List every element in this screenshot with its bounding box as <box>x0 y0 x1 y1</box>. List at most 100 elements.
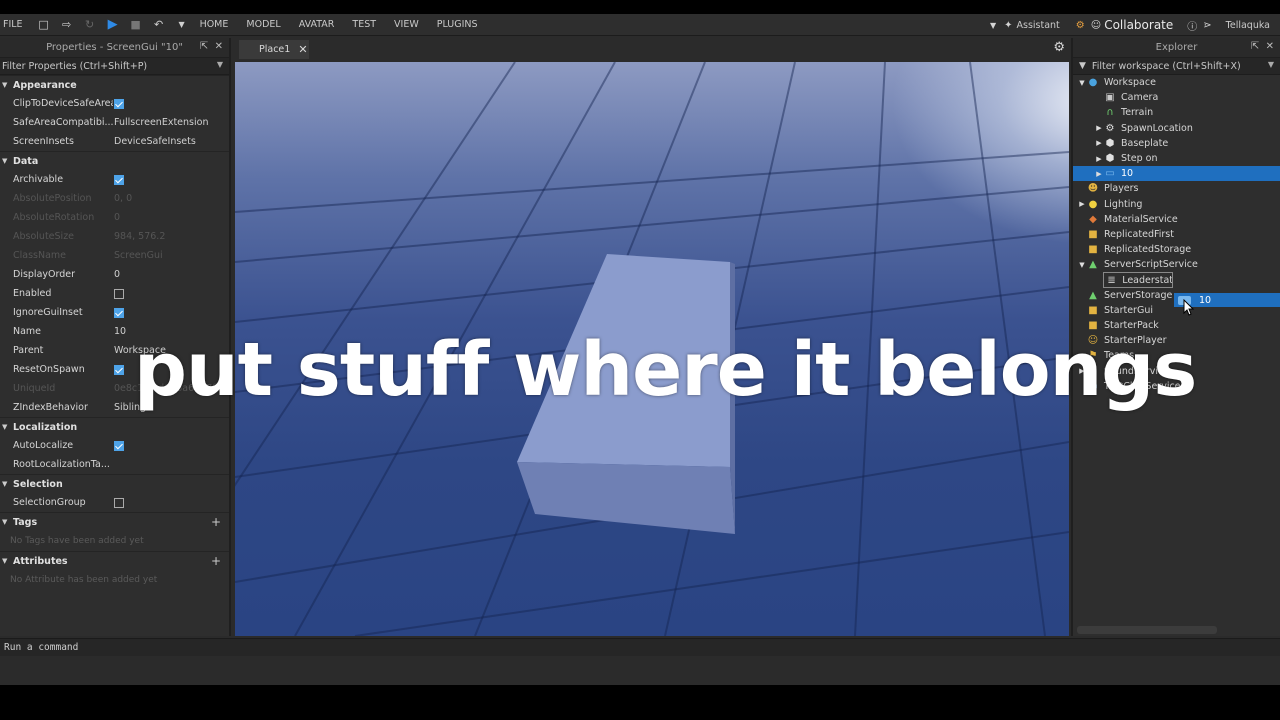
prop-enabled[interactable]: Enabled <box>0 284 229 303</box>
tab-test[interactable]: TEST <box>352 19 376 30</box>
share-icon[interactable]: ⋗ <box>1203 20 1211 31</box>
server-storage-icon: ▲ <box>1089 289 1097 301</box>
tree-item-materialservice[interactable]: ◆ MaterialService <box>1073 212 1280 227</box>
prop-safe-area-compatibility[interactable]: SafeAreaCompatibi... FullscreenExtension <box>0 113 229 132</box>
tree-item-players[interactable]: ☻ Players <box>1073 181 1280 196</box>
tree-item-leaderstat[interactable]: ≣ Leaderstat <box>1103 272 1173 288</box>
camera-icon: ▣ <box>1105 92 1115 104</box>
tree-item-step-on[interactable]: ▶ ⬢ Step on <box>1073 151 1280 166</box>
add-attribute-icon[interactable]: + <box>211 554 221 568</box>
section-selection[interactable]: ▼ Selection <box>0 474 229 493</box>
tab-place1[interactable]: Place1 ✕ <box>239 40 309 59</box>
expand-right-icon[interactable]: ▶ <box>1077 200 1087 208</box>
prop-clip-to-device-safe-area[interactable]: ClipToDeviceSafeArea <box>0 94 229 113</box>
tree-item-terrain[interactable]: ∩ Terrain <box>1073 105 1280 120</box>
prop-absolute-position: AbsolutePosition 0, 0 <box>0 189 229 208</box>
quick-access-dropdown-icon[interactable]: ▼ <box>175 18 189 32</box>
tree-item-lighting[interactable]: ▶ ● Lighting <box>1073 197 1280 212</box>
tab-view[interactable]: VIEW <box>394 19 419 30</box>
undo-icon[interactable]: ↶ <box>152 18 166 32</box>
tree-item-label: Step on <box>1121 153 1158 165</box>
tree-item-spawnlocation[interactable]: ▶ ⚙ SpawnLocation <box>1073 121 1280 136</box>
checkbox-unchecked[interactable] <box>114 497 124 508</box>
status-bar <box>0 656 1280 685</box>
username[interactable]: Tellaquka <box>1226 20 1270 31</box>
close-icon[interactable]: ✕ <box>1266 41 1274 52</box>
checkbox-checked[interactable] <box>114 364 124 375</box>
explorer-filter-input[interactable]: ▼ Filter workspace (Ctrl+Shift+X) ▼ <box>1073 58 1280 75</box>
expand-right-icon[interactable]: ▶ <box>1094 139 1104 147</box>
prop-root-localization-table[interactable]: RootLocalizationTa... <box>0 455 229 474</box>
collapse-arrow-icon[interactable]: ▼ <box>2 518 13 526</box>
new-file-icon[interactable]: □ <box>37 18 51 32</box>
expand-right-icon[interactable]: ▶ <box>1094 124 1104 132</box>
prop-value[interactable]: DeviceSafeInsets <box>113 136 229 147</box>
expand-down-icon[interactable]: ▼ <box>1077 79 1087 87</box>
properties-filter-input[interactable]: Filter Properties (Ctrl+Shift+P) ▼ <box>0 58 229 75</box>
ribbon-dropdown-icon[interactable]: ▼ <box>990 21 996 30</box>
collaborate-icon[interactable]: ☺ <box>1091 20 1101 31</box>
properties-title-bar: Properties - ScreenGui "10" ⇱ ✕ <box>0 38 229 58</box>
tab-home[interactable]: HOME <box>200 19 229 30</box>
close-icon[interactable]: ✕ <box>215 41 223 52</box>
prop-value: 0 <box>114 212 121 223</box>
section-tags[interactable]: ▼ Tags + <box>0 512 229 531</box>
tree-item-baseplate[interactable]: ▶ ⬢ Baseplate <box>1073 136 1280 151</box>
horizontal-scrollbar[interactable] <box>1077 626 1217 634</box>
prop-name: ResetOnSpawn <box>13 364 85 375</box>
checkbox-checked[interactable] <box>114 174 124 185</box>
tree-item-replicatedfirst[interactable]: ■ ReplicatedFirst <box>1073 227 1280 242</box>
checkbox-checked[interactable] <box>114 440 124 451</box>
tree-item-serverscriptservice[interactable]: ▼ ▲ ServerScriptService <box>1073 257 1280 272</box>
help-icon[interactable]: ⓘ <box>1187 18 1197 33</box>
video-caption: put stuff where it belongs <box>134 327 1197 413</box>
prop-display-order[interactable]: DisplayOrder 0 <box>0 265 229 284</box>
expand-right-icon[interactable]: ▶ <box>1094 170 1104 178</box>
section-data[interactable]: ▼ Data <box>0 151 229 170</box>
collapse-arrow-icon[interactable]: ▼ <box>2 157 13 165</box>
prop-value[interactable]: FullscreenExtension <box>113 117 229 128</box>
section-appearance[interactable]: ▼ Appearance <box>0 75 229 94</box>
collapse-arrow-icon[interactable]: ▼ <box>2 81 13 89</box>
prop-auto-localize[interactable]: AutoLocalize <box>0 436 229 455</box>
gear-icon[interactable]: ⚙ <box>1053 40 1065 55</box>
add-tag-icon[interactable]: + <box>211 515 221 529</box>
tab-avatar[interactable]: AVATAR <box>299 19 335 30</box>
tree-item-workspace[interactable]: ▼ ● Workspace <box>1073 75 1280 90</box>
file-menu[interactable]: FILE <box>3 19 23 30</box>
tree-item-replicatedstorage[interactable]: ■ ReplicatedStorage <box>1073 242 1280 257</box>
command-bar[interactable]: Run a command <box>0 638 1280 656</box>
prop-screen-insets[interactable]: ScreenInsets DeviceSafeInsets <box>0 132 229 151</box>
collapse-arrow-icon[interactable]: ▼ <box>2 423 13 431</box>
undock-icon[interactable]: ⇱ <box>1251 41 1259 52</box>
filter-dropdown-icon[interactable]: ▼ <box>1268 60 1274 69</box>
play-icon[interactable]: ▶ <box>106 17 120 32</box>
checkbox-checked[interactable] <box>114 98 124 109</box>
collapse-arrow-icon[interactable]: ▼ <box>2 480 13 488</box>
section-attributes[interactable]: ▼ Attributes + <box>0 551 229 570</box>
notification-bell-icon[interactable]: ⚙ <box>1076 20 1085 31</box>
checkbox-unchecked[interactable] <box>114 288 124 299</box>
collapse-arrow-icon[interactable]: ▼ <box>2 557 13 565</box>
open-file-icon[interactable]: ⇨ <box>60 18 74 32</box>
filter-dropdown-icon[interactable]: ▼ <box>217 60 223 69</box>
prop-value[interactable]: 0 <box>113 269 229 280</box>
tree-item-camera[interactable]: ▣ Camera <box>1073 90 1280 105</box>
prop-archivable[interactable]: Archivable <box>0 170 229 189</box>
tree-item-10[interactable]: ▶ ▭ 10 <box>1073 166 1280 182</box>
filter-funnel-icon[interactable]: ▼ <box>1079 61 1086 71</box>
redo-disabled-icon[interactable]: ↻ <box>83 18 97 32</box>
checkbox-checked[interactable] <box>114 307 124 318</box>
assistant-button[interactable]: Assistant <box>1017 20 1060 31</box>
tab-model[interactable]: MODEL <box>246 19 280 30</box>
prop-name: Enabled <box>13 288 52 299</box>
prop-selection-group[interactable]: SelectionGroup <box>0 493 229 512</box>
tab-plugins[interactable]: PLUGINS <box>437 19 478 30</box>
close-tab-icon[interactable]: ✕ <box>298 43 307 56</box>
stop-icon[interactable]: ■ <box>129 18 143 32</box>
assistant-icon[interactable]: ✦ <box>1004 20 1012 31</box>
collaborate-button[interactable]: Collaborate <box>1104 18 1173 32</box>
undock-icon[interactable]: ⇱ <box>200 41 208 52</box>
expand-right-icon[interactable]: ▶ <box>1094 155 1104 163</box>
expand-down-icon[interactable]: ▼ <box>1077 261 1087 269</box>
